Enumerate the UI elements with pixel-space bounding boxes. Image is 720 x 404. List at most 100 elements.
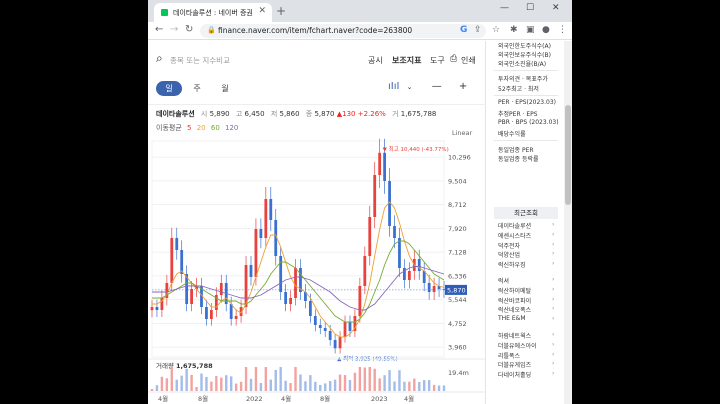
- chevron-right-icon[interactable]: ›: [552, 231, 554, 238]
- scale-mode-toggle[interactable]: Linear: [452, 129, 472, 137]
- zoom-out-icon[interactable]: —: [432, 81, 442, 92]
- chevron-right-icon[interactable]: ›: [552, 315, 554, 322]
- recent-item[interactable]: THE E&M: [498, 315, 526, 322]
- volume-bar: [383, 375, 386, 391]
- close-value: 5,870: [314, 110, 335, 118]
- sidebar-line: PER · EPS(2023.03): [498, 99, 557, 106]
- recent-item[interactable]: 에센시스타즈: [498, 231, 531, 240]
- zoom-in-icon[interactable]: +: [459, 81, 467, 92]
- chevron-right-icon[interactable]: ›: [552, 360, 554, 367]
- recent-item[interactable]: 럭산바코파이: [498, 296, 531, 305]
- price-chart[interactable]: 10,296 9,504 8,712 7,920 7,128 6,336 5,544 4,75…: [148, 137, 486, 404]
- chevron-right-icon[interactable]: ›: [552, 351, 554, 358]
- recent-item[interactable]: 더블유에스아이: [498, 341, 537, 350]
- y-tick-label: 7,128: [448, 249, 467, 257]
- volume-bar: [363, 367, 367, 391]
- candle-body: [328, 331, 332, 340]
- chevron-right-icon[interactable]: ›: [552, 221, 554, 228]
- maximize-button[interactable]: ☐: [526, 3, 534, 13]
- chevron-right-icon[interactable]: ›: [552, 296, 554, 303]
- bookmark-star-icon[interactable]: ☆: [492, 25, 500, 35]
- scrollbar-thumb[interactable]: [565, 105, 571, 205]
- divider: [494, 140, 558, 141]
- forward-icon[interactable]: →: [170, 24, 178, 35]
- ma-5[interactable]: 5: [187, 124, 191, 132]
- ma-line-20: [152, 201, 445, 338]
- recent-item[interactable]: 럭신하우징: [498, 260, 526, 269]
- scrollbar[interactable]: [564, 41, 572, 404]
- browser-tab[interactable]: 데이타솔루션 : 네이버 증권 ✕: [154, 3, 272, 22]
- candle-body: [209, 310, 213, 319]
- tab-close-icon[interactable]: ✕: [258, 6, 266, 16]
- indicators-link[interactable]: 보조지표: [392, 55, 421, 66]
- candle-body: [348, 322, 352, 331]
- chart-svg: 10,296 9,504 8,712 7,920 7,128 6,336 5,544 4,75…: [148, 138, 486, 403]
- minimize-button[interactable]: —: [500, 3, 509, 13]
- volume-bar: [333, 379, 337, 391]
- recent-item[interactable]: 데이타솔루션: [498, 221, 531, 230]
- recent-item[interactable]: 럭산하이메탈: [498, 286, 531, 295]
- chart-panel: ⌕ 종목 또는 지수비교 공시 보조지표 도구 ⎙ 인쇄 일 주 월 ıIıI …: [148, 41, 486, 404]
- back-icon[interactable]: ←: [155, 24, 163, 35]
- reload-icon[interactable]: ↻: [185, 24, 193, 35]
- google-lens-icon[interactable]: G: [460, 25, 467, 35]
- recent-item[interactable]: 덕양산업: [498, 250, 520, 259]
- chevron-right-icon[interactable]: ›: [552, 331, 554, 338]
- tab-daily[interactable]: 일: [156, 81, 182, 96]
- volume-bar: [289, 383, 292, 391]
- sidebar: 외국인한도주식수(A) 외국인보유주식수(B) 외국인소진율(B/A) 투자의견…: [488, 41, 562, 404]
- ma-20[interactable]: 20: [197, 124, 206, 132]
- candle-type-icon[interactable]: ıIıI: [388, 81, 399, 92]
- tools-link[interactable]: 도구: [430, 55, 445, 66]
- divider: [494, 70, 558, 71]
- recent-item[interactable]: 리틀폭스: [498, 351, 520, 360]
- candle-body: [313, 316, 317, 325]
- chevron-down-icon[interactable]: ⌄: [407, 83, 413, 91]
- high-label: 고: [235, 110, 243, 118]
- candle-body: [378, 152, 382, 175]
- chevron-right-icon[interactable]: ›: [552, 341, 554, 348]
- ma-60[interactable]: 60: [211, 124, 220, 132]
- recent-item[interactable]: 럭산네오폭스: [498, 305, 531, 314]
- share-icon[interactable]: ⇪: [474, 25, 482, 35]
- chevron-right-icon[interactable]: ›: [552, 276, 554, 283]
- candle-body: [333, 340, 337, 349]
- sidebar-line: 52주최고 · 최저: [498, 86, 539, 93]
- profile-avatar-icon[interactable]: ●: [542, 25, 550, 35]
- tab-monthly[interactable]: 월: [212, 81, 238, 96]
- menu-kebab-icon[interactable]: ⋮: [558, 25, 567, 35]
- address-bar[interactable]: 🔒 finance.naver.com/item/fchart.naver?co…: [200, 24, 486, 38]
- candle-body: [373, 175, 377, 217]
- volume-bar: [413, 378, 416, 391]
- recent-item[interactable]: 다네이처홀딩: [498, 370, 531, 379]
- volume-title: 거래량 1,675,788: [156, 361, 213, 370]
- new-tab-button[interactable]: +: [276, 4, 286, 18]
- chevron-right-icon[interactable]: ›: [552, 241, 554, 248]
- recent-item[interactable]: 덕주전자: [498, 241, 520, 250]
- ma-120[interactable]: 120: [225, 124, 238, 132]
- chevron-right-icon[interactable]: ›: [552, 286, 554, 293]
- low-label: 저: [270, 110, 278, 118]
- chevron-right-icon[interactable]: ›: [552, 305, 554, 312]
- volume-bar: [190, 374, 193, 391]
- chevron-right-icon[interactable]: ›: [552, 260, 554, 267]
- disclosure-link[interactable]: 공시: [368, 55, 383, 66]
- volume-bar: [269, 379, 272, 391]
- recent-item[interactable]: 하람네트웍스: [498, 331, 531, 340]
- chevron-right-icon[interactable]: ›: [552, 370, 554, 377]
- sidebar-line: 투자의견 · 목표주가: [498, 76, 548, 83]
- search-input[interactable]: 종목 또는 지수비교: [170, 55, 230, 66]
- close-window-button[interactable]: ✕: [552, 3, 560, 13]
- extensions-icon[interactable]: ✱: [510, 25, 518, 35]
- tab-weekly[interactable]: 주: [184, 81, 210, 96]
- sidebar-line: 배당수익률: [498, 131, 526, 138]
- chevron-right-icon[interactable]: ›: [552, 250, 554, 257]
- search-icon[interactable]: ⌕: [156, 51, 163, 66]
- recent-item[interactable]: 럭셔: [498, 276, 509, 285]
- print-link[interactable]: 인쇄: [461, 55, 476, 66]
- print-icon[interactable]: ⎙: [450, 54, 457, 64]
- volume-bar: [324, 383, 327, 391]
- volume-bar: [373, 368, 376, 391]
- recent-item[interactable]: 더블유게임즈: [498, 360, 531, 369]
- sidepanel-icon[interactable]: ▣: [526, 25, 535, 35]
